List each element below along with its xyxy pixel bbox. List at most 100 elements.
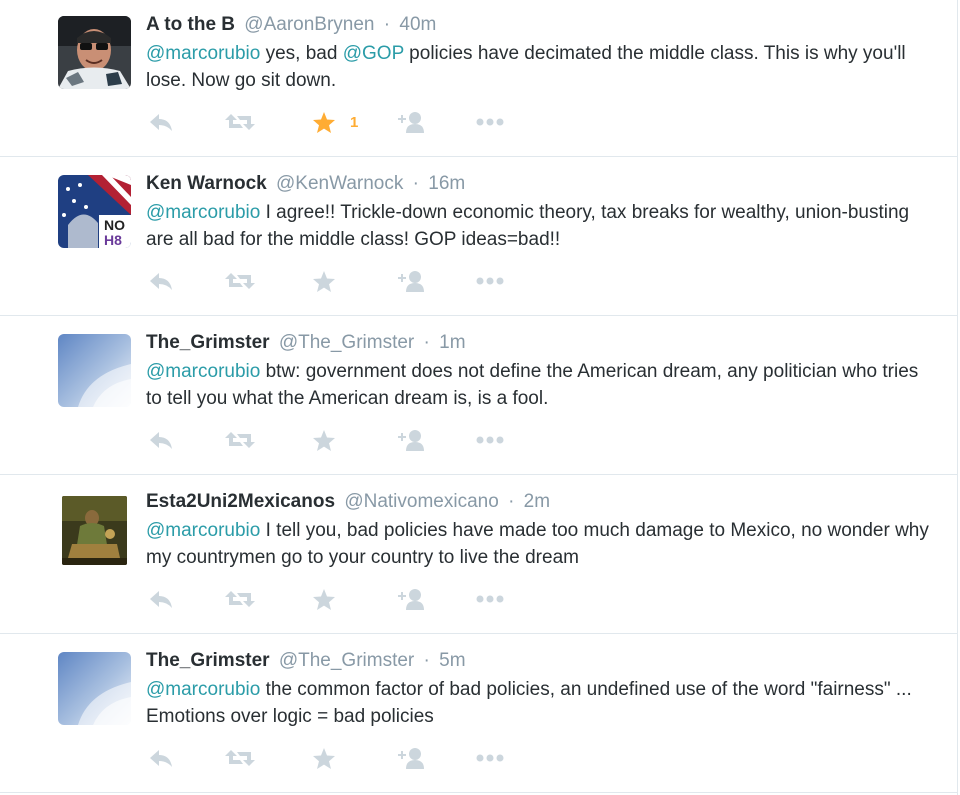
- tweet-username[interactable]: @The_Grimster: [279, 332, 414, 353]
- mention-link[interactable]: @marcorubio: [146, 679, 260, 700]
- tweet-fullname[interactable]: The_Grimster: [146, 650, 270, 671]
- avatar-sky-clouds-image: [58, 652, 131, 725]
- header-separator: ·: [423, 332, 430, 353]
- mention-link[interactable]: @GOP: [343, 43, 404, 64]
- more-button[interactable]: [476, 426, 504, 454]
- more-button[interactable]: [476, 108, 504, 136]
- mention-link[interactable]: @marcorubio: [146, 361, 260, 382]
- header-separator: ·: [508, 491, 515, 512]
- tweet-text-segment: btw: government does not define the Amer…: [146, 361, 919, 409]
- retweet-button[interactable]: [225, 426, 255, 454]
- avatar[interactable]: [62, 496, 127, 565]
- follow-icon: [398, 271, 424, 292]
- retweet-button[interactable]: [225, 585, 255, 613]
- header-separator: ·: [383, 14, 391, 35]
- reply-button[interactable]: [148, 267, 174, 295]
- avatar[interactable]: NO H8: [58, 175, 131, 248]
- more-icon: [476, 754, 504, 762]
- follow-button[interactable]: [394, 267, 426, 295]
- follow-button[interactable]: [394, 585, 426, 613]
- tweet-feed: A to the B @AaronBrynen · 40m @marcorubi…: [0, 0, 958, 795]
- tweet-timestamp[interactable]: 1m: [439, 332, 465, 353]
- tweet: Esta2Uni2Mexicanos @Nativomexicano · 2m …: [0, 475, 957, 634]
- tweet-text: @marcorubio I agree!! Trickle-down econo…: [146, 199, 936, 253]
- reply-button[interactable]: [148, 426, 174, 454]
- follow-icon: [398, 112, 424, 133]
- favorite-button[interactable]: [312, 267, 336, 295]
- tweet-text-segment: I tell you, bad policies have made too m…: [146, 520, 929, 568]
- retweet-icon: [225, 273, 255, 289]
- tweet-header: A to the B @AaronBrynen · 40m: [146, 13, 436, 37]
- avatar-painting-image: [62, 496, 127, 565]
- avatar-sunglasses-man-image: [58, 16, 131, 89]
- follow-icon: [398, 430, 424, 451]
- tweet-timestamp[interactable]: 2m: [524, 491, 550, 512]
- favorite-icon: [313, 111, 335, 133]
- favorite-button[interactable]: 1: [312, 108, 358, 136]
- avatar[interactable]: [58, 652, 131, 725]
- tweet-header: The_Grimster @The_Grimster · 5m: [146, 649, 466, 673]
- avatar[interactable]: [58, 16, 131, 89]
- reply-button[interactable]: [148, 744, 174, 772]
- more-button[interactable]: [476, 744, 504, 772]
- avatar-text: H8: [104, 232, 122, 248]
- mention-link[interactable]: @marcorubio: [146, 202, 260, 223]
- avatar-text: NO: [104, 217, 125, 233]
- favorite-button[interactable]: [312, 585, 336, 613]
- tweet-text-segment: I agree!! Trickle-down economic theory, …: [146, 202, 910, 250]
- retweet-button[interactable]: [225, 108, 255, 136]
- follow-icon: [398, 589, 424, 610]
- favorite-icon: [313, 429, 335, 451]
- tweet-text: @marcorubio yes, bad @GOP policies have …: [146, 40, 936, 94]
- mention-link[interactable]: @marcorubio: [146, 520, 260, 541]
- reply-icon: [150, 591, 172, 608]
- mention-link[interactable]: @marcorubio: [146, 43, 260, 64]
- tweet-fullname[interactable]: The_Grimster: [146, 332, 270, 353]
- more-icon: [476, 277, 504, 285]
- tweet-timestamp[interactable]: 16m: [428, 173, 465, 194]
- tweet-header: Esta2Uni2Mexicanos @Nativomexicano · 2m: [146, 490, 550, 514]
- tweet: A to the B @AaronBrynen · 40m @marcorubi…: [0, 0, 957, 157]
- avatar[interactable]: [58, 334, 131, 407]
- reply-button[interactable]: [148, 585, 174, 613]
- tweet: NO H8 Ken Warnock @KenWarnock · 16m @mar…: [0, 157, 957, 316]
- favorite-button[interactable]: [312, 426, 336, 454]
- tweet-text-segment: the common factor of bad policies, an un…: [146, 679, 912, 727]
- tweet-username[interactable]: @KenWarnock: [276, 173, 403, 194]
- tweet-text: @marcorubio btw: government does not def…: [146, 358, 936, 412]
- tweet-text: @marcorubio I tell you, bad policies hav…: [146, 517, 936, 571]
- tweet-timestamp[interactable]: 40m: [399, 14, 436, 35]
- tweet-fullname[interactable]: A to the B: [146, 14, 235, 35]
- tweet-header: Ken Warnock @KenWarnock · 16m: [146, 172, 465, 196]
- more-icon: [476, 436, 504, 444]
- favorite-button[interactable]: [312, 744, 336, 772]
- reply-icon: [150, 273, 172, 290]
- retweet-icon: [225, 432, 255, 448]
- follow-button[interactable]: [394, 108, 426, 136]
- retweet-icon: [225, 114, 255, 130]
- follow-button[interactable]: [394, 426, 426, 454]
- tweet-username[interactable]: @The_Grimster: [279, 650, 414, 671]
- tweet-username[interactable]: @AaronBrynen: [244, 14, 374, 35]
- more-button[interactable]: [476, 267, 504, 295]
- reply-button[interactable]: [148, 108, 174, 136]
- tweet-timestamp[interactable]: 5m: [439, 650, 465, 671]
- tweet-username[interactable]: @Nativomexicano: [344, 491, 498, 512]
- more-button[interactable]: [476, 585, 504, 613]
- favorite-count: 1: [350, 113, 359, 131]
- tweet-text-segment: yes, bad: [260, 43, 343, 64]
- favorite-icon: [313, 588, 335, 610]
- retweet-icon: [225, 750, 255, 766]
- reply-icon: [150, 114, 172, 131]
- tweet-text: @marcorubio the common factor of bad pol…: [146, 676, 936, 730]
- more-icon: [476, 595, 504, 603]
- retweet-button[interactable]: [225, 744, 255, 772]
- retweet-button[interactable]: [225, 267, 255, 295]
- avatar-sky-clouds-image: [58, 334, 131, 407]
- follow-button[interactable]: [394, 744, 426, 772]
- avatar-noh8-flag-image: NO H8: [58, 175, 131, 248]
- reply-icon: [150, 432, 172, 449]
- tweet-fullname[interactable]: Ken Warnock: [146, 173, 267, 194]
- header-separator: ·: [423, 650, 430, 671]
- tweet-fullname[interactable]: Esta2Uni2Mexicanos: [146, 491, 335, 512]
